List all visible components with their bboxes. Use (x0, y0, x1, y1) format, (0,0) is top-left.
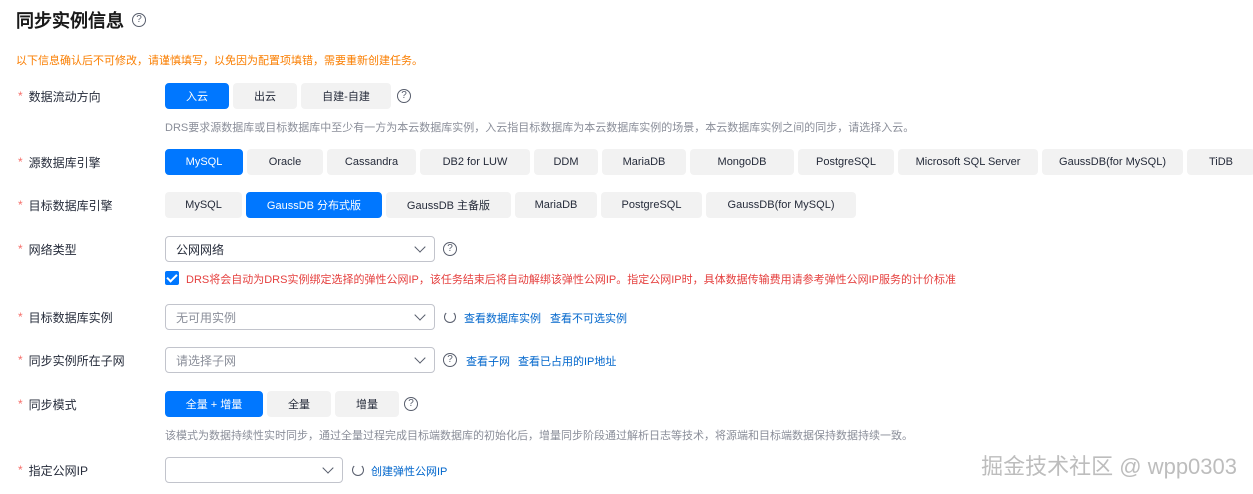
sync-mode-label: * 同步模式 (18, 397, 77, 412)
target-engine-mariadb[interactable]: MariaDB (515, 192, 597, 218)
flow-description: DRS要求源数据库或目标数据库中至少有一方为本云数据库实例，入云指目标数据库为本… (165, 122, 915, 134)
view-unavailable-instances-link[interactable]: 查看不可选实例 (550, 310, 627, 326)
watermark: 掘金技术社区 @ wpp0303 (981, 454, 1237, 479)
source-engine-row: * 源数据库引擎 MySQL Oracle Cassandra DB2 for L… (0, 149, 1253, 175)
flow-direction-row: * 数据流动方向 入云 出云 自建-自建 ? (0, 83, 1253, 109)
source-engine-mariadb[interactable]: MariaDB (602, 149, 686, 175)
public-ip-label: * 指定公网IP (18, 463, 89, 478)
source-engine-label: * 源数据库引擎 (18, 155, 101, 170)
view-used-ip-link[interactable]: 查看已占用的IP地址 (518, 353, 616, 369)
source-engine-tidb[interactable]: TiDB (1187, 149, 1253, 175)
source-engine-sqlserver[interactable]: Microsoft SQL Server (898, 149, 1038, 175)
sync-mode-full[interactable]: 全量 (267, 391, 331, 417)
sync-mode-group: 全量 + 增量 全量 增量 (165, 391, 399, 417)
public-ip-select[interactable] (165, 457, 343, 483)
target-engine-mysql[interactable]: MySQL (165, 192, 242, 218)
flow-option-self-built[interactable]: 自建-自建 (301, 83, 391, 109)
target-engine-group: MySQL GaussDB 分布式版 GaussDB 主备版 MariaDB P… (165, 192, 856, 218)
source-engine-oracle[interactable]: Oracle (247, 149, 323, 175)
subnet-label: * 同步实例所在子网 (18, 353, 125, 368)
sync-mode-help-icon[interactable]: ? (404, 397, 418, 411)
target-engine-gaussdb-primary-standby[interactable]: GaussDB 主备版 (386, 192, 511, 218)
target-engine-label: * 目标数据库引擎 (18, 198, 113, 213)
flow-help-icon[interactable]: ? (397, 89, 411, 103)
target-engine-row: * 目标数据库引擎 MySQL GaussDB 分布式版 GaussDB 主备版 … (0, 192, 1253, 218)
flow-direction-label: * 数据流动方向 (18, 89, 101, 104)
network-type-value: 公网网络 (176, 242, 225, 257)
sync-mode-row: * 同步模式 全量 + 增量 全量 增量 ? (0, 391, 1253, 417)
flow-option-in-cloud[interactable]: 入云 (165, 83, 229, 109)
sync-mode-full-incremental[interactable]: 全量 + 增量 (165, 391, 263, 417)
source-engine-ddm[interactable]: DDM (534, 149, 598, 175)
target-instance-placeholder: 无可用实例 (176, 310, 237, 325)
source-engine-postgresql[interactable]: PostgreSQL (798, 149, 894, 175)
chevron-down-icon (414, 352, 426, 364)
title-row: 同步实例信息 ? (16, 6, 146, 34)
eip-auto-bind-text: DRS将会自动为DRS实例绑定选择的弹性公网IP，该任务结束后将自动解绑该弹性公… (186, 274, 957, 286)
sync-mode-description: 该模式为数据持续性实时同步，通过全量过程完成目标端数据库的初始化后，增量同步阶段… (165, 430, 913, 442)
source-engine-group: MySQL Oracle Cassandra DB2 for LUW DDM M… (165, 149, 1253, 175)
source-engine-mysql[interactable]: MySQL (165, 149, 243, 175)
network-type-row: * 网络类型 公网网络 ? (0, 236, 1253, 262)
subnet-row: * 同步实例所在子网 请选择子网 ? 查看子网 查看已占用的IP地址 (0, 347, 1253, 373)
sync-mode-incremental[interactable]: 增量 (335, 391, 399, 417)
page-title: 同步实例信息 (16, 11, 124, 31)
view-subnet-link[interactable]: 查看子网 (466, 353, 510, 369)
network-type-select[interactable]: 公网网络 (165, 236, 435, 262)
flow-direction-group: 入云 出云 自建-自建 (165, 83, 391, 109)
chevron-down-icon (414, 241, 426, 253)
source-engine-mongodb[interactable]: MongoDB (690, 149, 794, 175)
notice-text: 以下信息确认后不可修改，请谨慎填写，以免因为配置项填错，需要重新创建任务。 (16, 55, 423, 67)
refresh-icon[interactable] (444, 311, 456, 323)
target-instance-label: * 目标数据库实例 (18, 310, 113, 325)
subnet-select[interactable]: 请选择子网 (165, 347, 435, 373)
chevron-down-icon (322, 462, 334, 474)
refresh-icon[interactable] (352, 464, 364, 476)
network-help-icon[interactable]: ? (443, 242, 457, 256)
network-type-label: * 网络类型 (18, 242, 77, 257)
create-eip-link[interactable]: 创建弹性公网IP (371, 463, 447, 479)
target-engine-gaussdb-mysql[interactable]: GaussDB(for MySQL) (706, 192, 856, 218)
chevron-down-icon (414, 309, 426, 321)
target-engine-gaussdb-distributed[interactable]: GaussDB 分布式版 (246, 192, 382, 218)
subnet-placeholder: 请选择子网 (176, 353, 237, 368)
view-db-instances-link[interactable]: 查看数据库实例 (464, 310, 541, 326)
source-engine-cassandra[interactable]: Cassandra (327, 149, 416, 175)
target-engine-postgresql[interactable]: PostgreSQL (601, 192, 702, 218)
source-engine-gaussdb-mysql[interactable]: GaussDB(for MySQL) (1042, 149, 1183, 175)
subnet-help-icon[interactable]: ? (443, 353, 457, 367)
source-engine-db2[interactable]: DB2 for LUW (420, 149, 530, 175)
help-icon[interactable]: ? (132, 13, 146, 27)
target-instance-select[interactable]: 无可用实例 (165, 304, 435, 330)
target-instance-row: * 目标数据库实例 无可用实例 查看数据库实例 查看不可选实例 (0, 304, 1253, 330)
eip-auto-bind-checkbox[interactable] (165, 271, 179, 285)
flow-option-out-cloud[interactable]: 出云 (233, 83, 297, 109)
